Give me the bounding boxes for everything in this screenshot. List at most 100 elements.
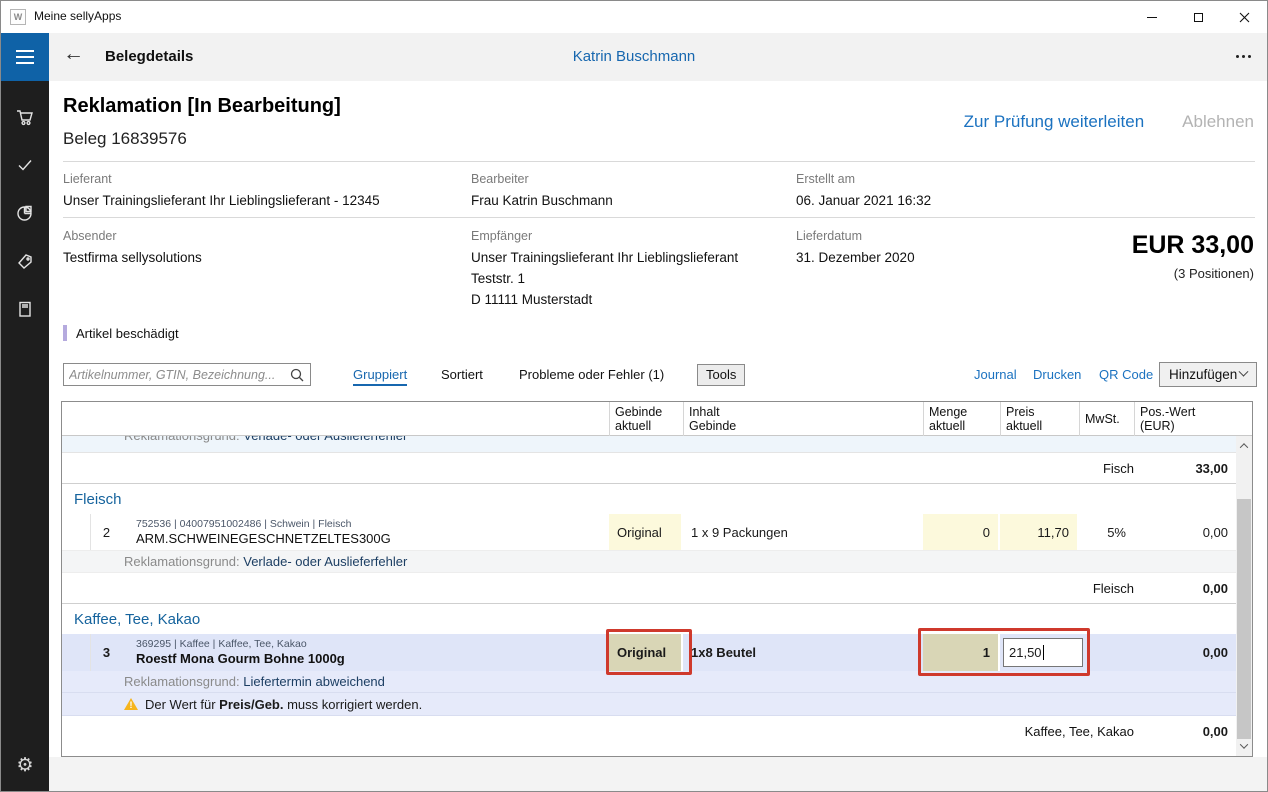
row-3-reason: Reklamationsgrund: Liefertermin abweiche… xyxy=(62,671,1236,693)
subtotal-value: 33,00 xyxy=(1156,461,1236,476)
row-pos-number: 3 xyxy=(90,634,122,671)
chevron-down-icon xyxy=(1240,740,1248,748)
field-value-empfaenger-line1: Unser Trainingslieferant Ihr Lieblingsli… xyxy=(471,250,738,265)
qr-code-link[interactable]: QR Code xyxy=(1099,367,1153,382)
total-amount: EUR 33,00 xyxy=(1132,231,1254,260)
col-menge-aktuell: Menge aktuell xyxy=(923,402,1000,436)
table-row-2[interactable]: 2 752536 | 04007951002486 | Schwein | Fl… xyxy=(62,514,1236,551)
chevron-up-icon xyxy=(1240,443,1248,451)
tag-icon xyxy=(15,251,35,271)
table-scrollbar[interactable] xyxy=(1236,436,1252,756)
field-value-erstellt-am: 06. Januar 2021 16:32 xyxy=(796,193,931,208)
subtotal-name: Fisch xyxy=(62,461,1134,476)
warning-text: Der Wert für Preis/Geb. muss korrigiert … xyxy=(145,697,422,712)
filter-sortiert[interactable]: Sortiert xyxy=(441,367,483,382)
article-search xyxy=(63,363,311,386)
sidebar-item-settings[interactable]: ⚙ xyxy=(1,745,49,785)
field-value-absender: Testfirma sellysolutions xyxy=(63,250,202,265)
field-label-bearbeiter: Bearbeiter xyxy=(471,172,529,186)
tag-label: Artikel beschädigt xyxy=(76,326,179,341)
field-label-empfaenger: Empfänger xyxy=(471,229,532,243)
cell-inhalt: 1x8 Beutel xyxy=(683,634,923,671)
maximize-button[interactable] xyxy=(1175,1,1221,33)
reason-label: Reklamationsgrund: xyxy=(124,436,240,443)
cell-preis[interactable]: 11,70 xyxy=(1000,514,1079,550)
table-row-3-selected[interactable]: 3 369295 | Kaffee | Kaffee, Tee, Kakao R… xyxy=(62,634,1236,671)
reject-button[interactable]: Ablehnen xyxy=(1182,112,1254,131)
cell-gebinde[interactable]: Original xyxy=(609,634,683,671)
document-status-title: Reklamation [In Bearbeitung] xyxy=(63,95,341,118)
reason-value: Verlade- oder Auslieferfehler xyxy=(243,554,407,569)
minimize-button[interactable] xyxy=(1129,1,1175,33)
field-value-empfaenger-line2: Teststr. 1 xyxy=(471,271,525,286)
sidebar-item-tags[interactable] xyxy=(1,241,49,281)
col-inhalt-gebinde: Inhalt Gebinde xyxy=(683,402,923,436)
cell-menge[interactable]: 0 xyxy=(923,514,1000,550)
field-value-empfaenger-line3: D 11111 Musterstadt xyxy=(471,292,592,307)
cart-icon xyxy=(15,107,35,127)
scroll-up-button[interactable] xyxy=(1236,438,1252,454)
field-label-absender: Absender xyxy=(63,229,117,243)
forward-review-button[interactable]: Zur Prüfung weiterleiten xyxy=(964,112,1144,131)
more-options-button[interactable] xyxy=(1236,55,1251,58)
filter-gruppiert[interactable]: Gruppiert xyxy=(353,367,407,386)
sidebar-item-cart[interactable] xyxy=(1,97,49,137)
cell-mwst xyxy=(1079,634,1134,671)
row-3-warning: ! Der Wert für Preis/Geb. muss korrigier… xyxy=(62,693,1236,716)
close-button[interactable] xyxy=(1221,1,1267,33)
document-number: Beleg 16839576 xyxy=(63,129,187,149)
maximize-icon xyxy=(1194,13,1203,22)
cell-menge[interactable]: 1 xyxy=(923,634,1000,671)
subtotal-name: Fleisch xyxy=(62,581,1134,596)
hinzufuegen-button[interactable]: Hinzufügen xyxy=(1159,362,1257,387)
divider xyxy=(63,217,1255,218)
subtotal-row-fleisch: Fleisch 0,00 xyxy=(62,573,1236,603)
filter-probleme[interactable]: Probleme oder Fehler (1) xyxy=(519,367,664,382)
field-label-lieferdatum: Lieferdatum xyxy=(796,229,862,243)
scrollbar-thumb[interactable] xyxy=(1237,499,1251,739)
reason-label: Reklamationsgrund: xyxy=(124,674,240,689)
main-content: Reklamation [In Bearbeitung] Beleg 16839… xyxy=(49,81,1267,791)
col-pos-wert: Pos.-Wert (EUR) xyxy=(1134,402,1236,436)
field-value-lieferant: Unser Trainingslieferant Ihr Lieblingsli… xyxy=(63,193,380,208)
book-icon xyxy=(15,299,35,319)
close-icon xyxy=(1239,12,1250,23)
col-preis-aktuell: Preis aktuell xyxy=(1000,402,1079,436)
preis-aktuell-input[interactable]: 21,50 xyxy=(1003,638,1083,667)
article-meta: 752536 | 04007951002486 | Schwein | Flei… xyxy=(136,518,603,531)
field-label-lieferant: Lieferant xyxy=(63,172,112,186)
reason-value: Verlade- oder Auslieferfehler xyxy=(243,436,407,443)
table-body: Reklamationsgrund: Verlade- oder Auslief… xyxy=(62,436,1236,756)
subtotal-row-fisch: Fisch 33,00 xyxy=(62,453,1236,483)
sidebar-item-catalog[interactable] xyxy=(1,289,49,329)
current-user-label: Katrin Buschmann xyxy=(1,48,1267,65)
gear-icon: ⚙ xyxy=(16,756,33,775)
article-name: ARM.SCHWEINEGESCHNETZELTES300G xyxy=(136,531,603,547)
sidebar-item-tasks[interactable] xyxy=(1,145,49,185)
cell-inhalt: 1 x 9 Packungen xyxy=(683,514,923,550)
col-gebinde-aktuell: Gebinde aktuell xyxy=(609,402,683,436)
row-pos-number: 2 xyxy=(90,514,122,550)
article-name: Roestf Mona Gourm Bohne 1000g xyxy=(136,651,603,667)
cell-gebinde[interactable]: Original xyxy=(609,514,683,550)
reason-value: Liefertermin abweichend xyxy=(243,674,385,689)
row-reason-clipped[interactable]: Reklamationsgrund: Verlade- oder Auslief… xyxy=(62,436,1236,453)
subtotal-name: Kaffee, Tee, Kakao xyxy=(62,724,1134,739)
window-titlebar: W Meine sellyApps xyxy=(1,1,1267,33)
journal-link[interactable]: Journal xyxy=(974,367,1017,382)
warning-icon: ! xyxy=(124,698,138,710)
app-window: W Meine sellyApps ← Belegdetails Katrin … xyxy=(0,0,1268,792)
field-label-erstellt-am: Erstellt am xyxy=(796,172,855,186)
sidebar-item-statistics[interactable] xyxy=(1,193,49,233)
tools-button[interactable]: Tools xyxy=(697,364,745,386)
cell-wert: 0,00 xyxy=(1134,514,1236,550)
subtotal-row-kaffee: Kaffee, Tee, Kakao 0,00 xyxy=(62,716,1236,746)
drucken-link[interactable]: Drucken xyxy=(1033,367,1081,382)
scroll-down-button[interactable] xyxy=(1236,738,1252,754)
total-positions: (3 Positionen) xyxy=(1174,266,1254,281)
group-header-fleisch: Fleisch xyxy=(62,483,1236,514)
search-icon xyxy=(289,367,305,383)
search-input[interactable] xyxy=(69,365,279,384)
cell-mwst: 5% xyxy=(1079,514,1134,550)
checkmark-icon xyxy=(15,155,35,175)
